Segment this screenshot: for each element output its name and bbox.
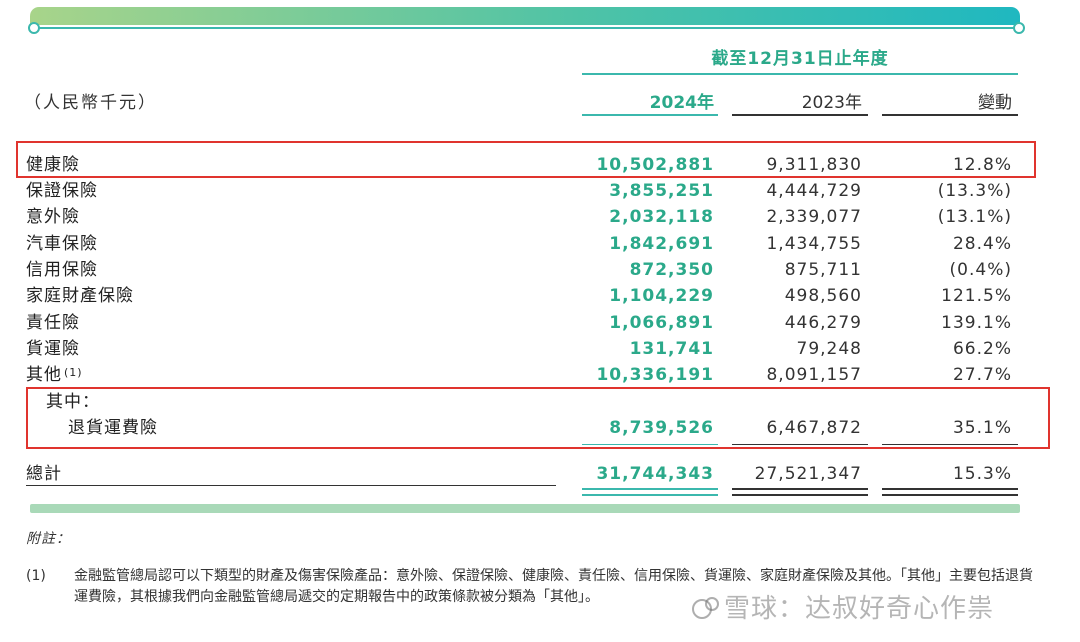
note-number: (1): [26, 568, 46, 584]
value-2023: 8,091,157: [766, 365, 862, 385]
row-label: 其他 (1): [26, 362, 83, 388]
value-2023: 875,711: [784, 260, 862, 280]
table-row: 保證保險 3,855,251 4,444,729 (13.3%): [0, 178, 1080, 204]
total-2024: 31,744,343: [596, 464, 714, 484]
value-change: (13.3%): [937, 181, 1012, 201]
value-2023: 1,434,755: [766, 234, 862, 254]
value-change: 121.5%: [941, 286, 1012, 306]
value-change: 28.4%: [952, 234, 1012, 254]
column-underline-2024: [582, 114, 718, 116]
period-heading: 截至12月31日止年度: [711, 49, 889, 69]
value-2023: 4,444,729: [766, 181, 862, 201]
value-2024: 1,842,691: [609, 234, 714, 254]
column-underline-change: [882, 114, 1018, 116]
value-change: 139.1%: [941, 313, 1012, 333]
notes-title: 附註：: [26, 531, 71, 547]
table-row: 責任險 1,066,891 446,279 139.1%: [0, 310, 1080, 336]
header-band: [30, 7, 1020, 25]
total-2023: 27,521,347: [754, 464, 862, 484]
value-2023: 498,560: [784, 286, 862, 306]
highlight-box-health: [16, 141, 1036, 178]
table-row: 汽車保險 1,842,691 1,434,755 28.4%: [0, 231, 1080, 257]
row-label-text: 其他: [26, 365, 62, 385]
value-2023: 446,279: [784, 313, 862, 333]
watermark: 雪球：达叔好奇心作祟: [690, 588, 994, 625]
total-label: 總計: [26, 464, 62, 484]
row-label: 保證保險: [26, 181, 98, 201]
value-2024: 3,855,251: [609, 181, 714, 201]
row-label: 責任險: [26, 313, 80, 333]
unit-label: （人民幣千元）: [24, 93, 157, 113]
row-label: 家庭財產保險: [26, 286, 134, 306]
value-2023: 2,339,077: [766, 207, 862, 227]
value-change: (13.1%): [937, 207, 1012, 227]
rule-dot-left-icon: [28, 22, 40, 34]
row-label: 汽車保險: [26, 234, 98, 254]
column-underline-2023: [732, 114, 868, 116]
value-2024: 131,741: [629, 339, 714, 359]
watermark-text: 雪球：达叔好奇心作祟: [724, 594, 995, 624]
footnote-ref: (1): [64, 366, 83, 379]
column-header-change: 變動: [978, 93, 1012, 113]
total-change: 15.3%: [952, 464, 1012, 484]
row-label: 意外險: [26, 207, 80, 227]
value-2024: 872,350: [629, 260, 714, 280]
column-header-2023: 2023年: [801, 93, 862, 113]
column-header-2024: 2024年: [649, 93, 714, 113]
table-row: 意外險 2,032,118 2,339,077 (13.1%): [0, 204, 1080, 230]
table-row: 貨運險 131,741 79,248 66.2%: [0, 336, 1080, 362]
value-change: 66.2%: [952, 339, 1012, 359]
value-2024: 2,032,118: [609, 207, 714, 227]
value-2023: 79,248: [796, 339, 862, 359]
total-double-rule-2023: [732, 488, 868, 496]
period-rule: [582, 73, 1018, 75]
total-row: 總計 31,744,343 27,521,347 15.3%: [0, 461, 1080, 487]
table-row: 信用保險 872,350 875,711 (0.4%): [0, 257, 1080, 283]
highlight-box-return-shipping: [26, 387, 1050, 449]
value-2024: 1,066,891: [609, 313, 714, 333]
rule-dot-right-icon: [1013, 22, 1025, 34]
table-row: 其他 (1) 10,336,191 8,091,157 27.7%: [0, 362, 1080, 388]
value-2024: 1,104,229: [609, 286, 714, 306]
footer-band: [30, 504, 1020, 513]
snowball-icon: [690, 595, 720, 621]
header-rule: [34, 27, 1018, 29]
value-change: (0.4%): [949, 260, 1012, 280]
total-double-rule-2024: [582, 488, 718, 496]
total-label-rule: [26, 485, 556, 486]
table-row: 家庭財產保險 1,104,229 498,560 121.5%: [0, 283, 1080, 309]
value-change: 27.7%: [952, 365, 1012, 385]
value-2024: 10,336,191: [596, 365, 714, 385]
total-double-rule-change: [882, 488, 1018, 496]
row-label: 信用保險: [26, 260, 98, 280]
row-label: 貨運險: [26, 339, 80, 359]
